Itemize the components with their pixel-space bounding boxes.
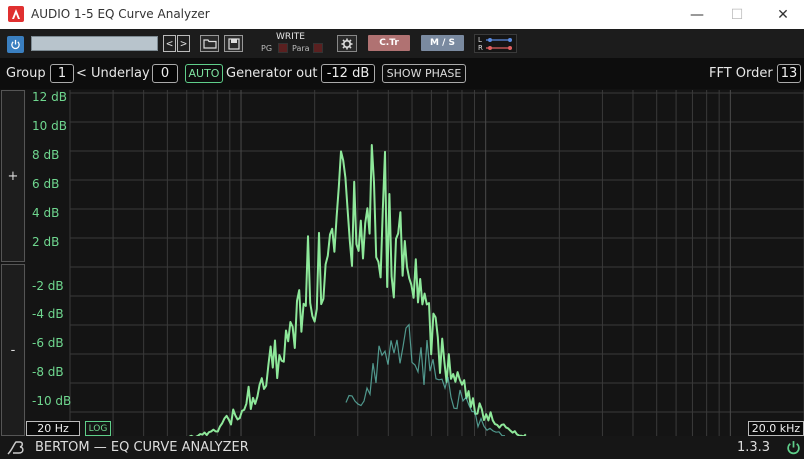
db-label: 10 dB	[32, 119, 67, 133]
underlay-label: < Underlay	[76, 66, 150, 81]
min-frequency-field[interactable]: 20 Hz	[26, 421, 80, 436]
db-label: -4 dB	[32, 307, 64, 321]
brand-label: BERTOM — EQ CURVE ANALYZER	[35, 440, 249, 455]
para-label: Para	[292, 44, 310, 53]
power-icon[interactable]	[786, 440, 801, 455]
underlay-value-field[interactable]: 0	[152, 64, 178, 83]
previous-preset-button[interactable]: <	[163, 35, 176, 52]
gear-icon	[341, 38, 353, 49]
db-label: 6 dB	[32, 177, 60, 191]
pg-write-toggle[interactable]	[278, 43, 288, 53]
generator-label: Generator out	[226, 66, 318, 81]
db-label: -6 dB	[32, 336, 64, 350]
open-preset-button[interactable]	[200, 35, 219, 52]
save-preset-button[interactable]	[224, 35, 243, 52]
channel-routing-icon	[486, 38, 512, 50]
group-label: Group	[6, 66, 46, 81]
db-label: -8 dB	[32, 365, 64, 379]
db-label: 4 dB	[32, 206, 60, 220]
auto-button[interactable]: AUTO	[185, 64, 223, 83]
app-logo-icon	[8, 6, 24, 22]
zoom-in-button[interactable]: +	[1, 90, 25, 262]
save-icon	[227, 37, 240, 50]
bertom-logo-icon	[7, 441, 24, 455]
write-label: WRITE	[276, 32, 305, 42]
generator-value-field[interactable]: -12 dB	[321, 64, 375, 83]
db-label: 2 dB	[32, 235, 60, 249]
log-scale-button[interactable]: LOG	[85, 421, 111, 436]
secondary-spectrum-curve	[345, 323, 506, 436]
spectrum-curve	[188, 144, 527, 436]
show-phase-button[interactable]: SHOW PHASE	[382, 64, 466, 83]
fft-order-label: FFT Order	[709, 66, 773, 81]
window-title: AUDIO 1-5 EQ Curve Analyzer	[31, 7, 210, 21]
toolbar: < > WRITE PG Para C.Tr M / S L R	[0, 29, 804, 58]
zoom-panel: + -	[0, 90, 26, 436]
left-channel-label: L	[478, 36, 482, 44]
eq-graph[interactable]: 12 dB 10 dB 8 dB 6 dB 4 dB 2 dB -2 dB -4 dB -6 d…	[26, 90, 804, 436]
fft-order-field[interactable]: 13	[777, 64, 801, 83]
group-value-field[interactable]: 1	[50, 64, 74, 83]
power-button[interactable]	[7, 36, 24, 53]
pg-label: PG	[261, 44, 273, 53]
maximize-button[interactable]: ☐	[714, 0, 760, 29]
max-frequency-field[interactable]: 20.0 kHz	[748, 421, 804, 436]
zoom-out-button[interactable]: -	[1, 264, 25, 436]
footer: BERTOM — EQ CURVE ANALYZER 1.3.3	[0, 436, 804, 459]
power-icon	[11, 39, 20, 50]
mid-side-button[interactable]: M / S	[421, 35, 464, 51]
close-button[interactable]: ✕	[760, 0, 804, 29]
channel-link-toggle[interactable]: L R	[474, 34, 517, 53]
preset-name-field[interactable]	[31, 36, 158, 51]
db-label: -2 dB	[32, 279, 64, 293]
title-bar: AUDIO 1-5 EQ Curve Analyzer — ☐ ✕	[0, 0, 804, 29]
settings-button[interactable]	[337, 35, 357, 52]
db-label: 12 dB	[32, 90, 67, 104]
para-write-toggle[interactable]	[313, 43, 323, 53]
next-preset-button[interactable]: >	[177, 35, 190, 52]
graph-canvas	[69, 90, 804, 436]
ctr-button[interactable]: C.Tr	[368, 35, 410, 51]
folder-icon	[202, 39, 217, 49]
db-label: 8 dB	[32, 148, 60, 162]
version-label: 1.3.3	[737, 440, 771, 455]
db-label: -10 dB	[32, 394, 72, 408]
right-channel-label: R	[478, 44, 483, 52]
controls-row: Group 1 < Underlay 0 AUTO Generator out …	[0, 58, 804, 89]
